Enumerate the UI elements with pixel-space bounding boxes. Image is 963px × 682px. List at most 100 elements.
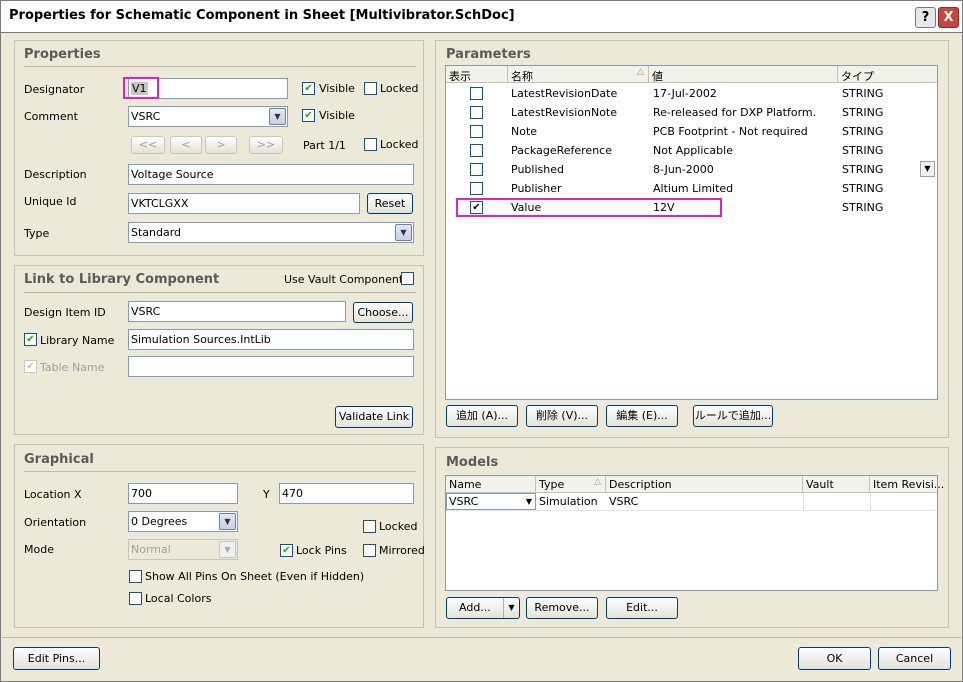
- library-title: Link to Library Component: [24, 272, 220, 287]
- col-model-name[interactable]: Name: [446, 476, 536, 493]
- next-part-button[interactable]: >: [205, 136, 237, 154]
- location-y-label: Y: [263, 488, 270, 501]
- parameter-visible-checkbox[interactable]: [470, 163, 483, 176]
- footer-divider: [2, 637, 961, 638]
- lock-pins-label: Lock Pins: [296, 544, 347, 557]
- location-y-input[interactable]: 470: [279, 483, 414, 504]
- first-part-button[interactable]: <<: [131, 136, 165, 154]
- mode-label: Mode: [24, 543, 54, 556]
- parameter-type: STRING: [842, 163, 884, 176]
- chevron-down-icon[interactable]: ▼: [920, 161, 935, 177]
- choose-button[interactable]: Choose...: [353, 302, 413, 323]
- param-add-button[interactable]: 追加 (A)...: [446, 405, 518, 427]
- chevron-down-icon[interactable]: ▼: [395, 224, 412, 241]
- chevron-down-icon[interactable]: ▼: [219, 513, 236, 530]
- designator-label: Designator: [24, 83, 85, 96]
- col-model-type[interactable]: Type △: [536, 476, 606, 493]
- location-x-input[interactable]: 700: [128, 483, 238, 504]
- properties-title: Properties: [24, 47, 101, 62]
- parameter-visible-checkbox[interactable]: [470, 182, 483, 195]
- validate-link-button[interactable]: Validate Link: [335, 406, 413, 428]
- parameters-grid[interactable]: 表示 名称 △ 値 タイプ LatestRevisionDate 17-Jul-2…: [445, 65, 938, 400]
- chevron-down-icon[interactable]: ▼: [503, 598, 519, 618]
- col-show[interactable]: 表示: [446, 66, 508, 83]
- last-part-button[interactable]: >>: [249, 136, 283, 154]
- designator-locked-checkbox[interactable]: [364, 82, 377, 95]
- library-name-input[interactable]: Simulation Sources.IntLib: [128, 329, 414, 350]
- col-model-revision[interactable]: Item Revisi...: [870, 476, 944, 493]
- model-edit-button[interactable]: Edit...: [606, 597, 678, 619]
- param-rule-add-button[interactable]: ルールで追加...: [693, 405, 773, 427]
- part-locked-checkbox[interactable]: [364, 138, 377, 151]
- library-name-label: Library Name: [40, 334, 115, 347]
- parameter-name: LatestRevisionDate: [511, 87, 618, 100]
- table-name-input[interactable]: [128, 356, 414, 377]
- ok-button[interactable]: OK: [798, 647, 871, 670]
- parameter-row[interactable]: PackageReference Not Applicable STRING: [446, 141, 937, 160]
- parameter-row[interactable]: Publisher Altium Limited STRING: [446, 179, 937, 198]
- type-combo[interactable]: Standard ▼: [128, 222, 414, 243]
- parameter-type: STRING: [842, 144, 884, 157]
- col-model-vault[interactable]: Vault: [803, 476, 870, 493]
- designator-locked-label: Locked: [380, 82, 419, 95]
- edit-pins-button[interactable]: Edit Pins...: [13, 647, 100, 670]
- unique-id-label: Unique Id: [24, 195, 77, 208]
- model-type-value: Simulation: [539, 495, 598, 508]
- model-cell-divider: [803, 493, 804, 510]
- properties-divider: [24, 66, 416, 67]
- local-colors-checkbox[interactable]: [129, 592, 142, 605]
- mirrored-checkbox[interactable]: [363, 544, 376, 557]
- parameter-visible-checkbox[interactable]: [470, 144, 483, 157]
- description-input[interactable]: Voltage Source: [128, 164, 414, 185]
- designator-highlight: [123, 77, 159, 99]
- col-type[interactable]: タイプ: [838, 66, 937, 83]
- parameter-row[interactable]: Note PCB Footprint - Not required STRING: [446, 122, 937, 141]
- graphical-locked-checkbox[interactable]: [363, 520, 376, 533]
- table-name-checkbox: ✔: [24, 360, 37, 373]
- mirrored-label: Mirrored: [379, 544, 425, 557]
- comment-combo[interactable]: VSRC ▼: [128, 106, 288, 127]
- model-name-combo[interactable]: VSRC ▼: [446, 493, 536, 510]
- description-label: Description: [24, 168, 87, 181]
- col-value[interactable]: 値: [649, 66, 838, 83]
- chevron-down-icon[interactable]: ▼: [526, 497, 532, 506]
- designator-visible-checkbox[interactable]: ✔: [302, 82, 315, 95]
- model-add-button[interactable]: Add... ▼: [446, 597, 520, 619]
- parameter-row[interactable]: Published 8-Jun-2000 STRING ▼: [446, 160, 937, 179]
- value-row-highlight: [456, 198, 722, 217]
- design-item-label: Design Item ID: [24, 306, 106, 319]
- parameter-row[interactable]: LatestRevisionNote Re-released for DXP Pl…: [446, 103, 937, 122]
- cancel-button[interactable]: Cancel: [878, 647, 951, 670]
- chevron-down-icon[interactable]: ▼: [269, 108, 286, 125]
- mode-value: Normal: [131, 543, 171, 556]
- parameter-row[interactable]: LatestRevisionDate 17-Jul-2002 STRING: [446, 84, 937, 103]
- library-name-checkbox[interactable]: ✔: [24, 333, 37, 346]
- parameter-value: PCB Footprint - Not required: [653, 125, 808, 138]
- param-edit-button[interactable]: 編集 (E)...: [606, 405, 678, 427]
- col-name[interactable]: 名称 △: [508, 66, 649, 83]
- use-vault-checkbox[interactable]: [401, 272, 414, 285]
- reset-button[interactable]: Reset: [367, 193, 413, 214]
- close-button[interactable]: X: [938, 7, 959, 28]
- parameter-row[interactable]: ✔ Value 12V STRING: [446, 198, 937, 217]
- design-item-input[interactable]: VSRC: [128, 301, 346, 322]
- orientation-combo[interactable]: 0 Degrees ▼: [128, 511, 238, 532]
- models-grid[interactable]: Name Type △ Description Vault Item Revis…: [445, 475, 944, 591]
- title-bar: Properties for Schematic Component in Sh…: [0, 0, 963, 33]
- model-add-label: Add...: [459, 601, 491, 614]
- parameter-visible-checkbox[interactable]: [470, 87, 483, 100]
- prev-part-button[interactable]: <: [170, 136, 202, 154]
- location-x-label: Location X: [24, 488, 82, 501]
- unique-id-input[interactable]: VKTCLGXX: [128, 193, 360, 214]
- parameter-visible-checkbox[interactable]: [470, 106, 483, 119]
- show-all-pins-checkbox[interactable]: [129, 570, 142, 583]
- model-remove-button[interactable]: Remove...: [526, 597, 598, 619]
- model-row[interactable]: VSRC ▼ Simulation VSRC: [446, 493, 937, 511]
- col-model-type-label: Type: [539, 478, 565, 491]
- col-model-description[interactable]: Description: [606, 476, 803, 493]
- lock-pins-checkbox[interactable]: ✔: [280, 544, 293, 557]
- comment-visible-checkbox[interactable]: ✔: [302, 109, 315, 122]
- param-delete-button[interactable]: 削除 (V)...: [526, 405, 598, 427]
- help-button[interactable]: ?: [915, 7, 936, 28]
- parameter-visible-checkbox[interactable]: [470, 125, 483, 138]
